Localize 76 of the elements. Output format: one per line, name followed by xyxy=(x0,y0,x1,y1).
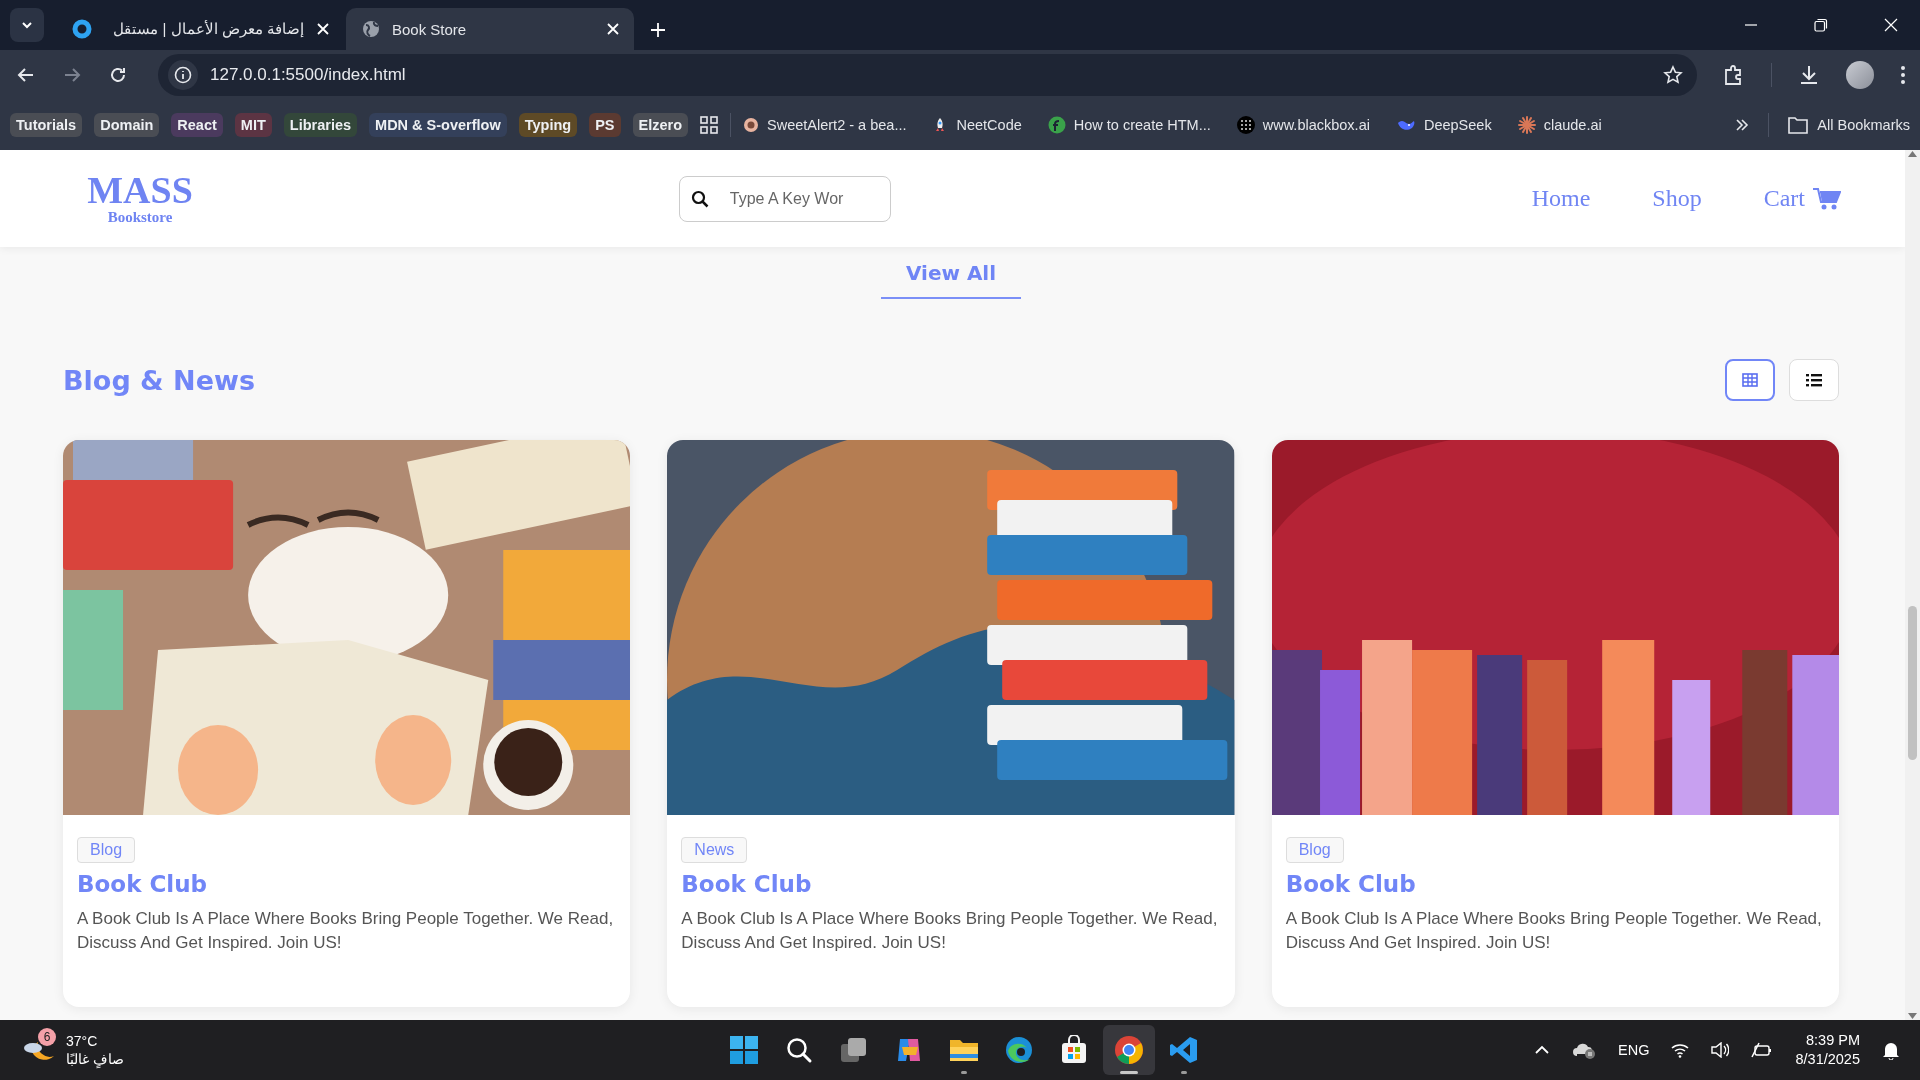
grid-icon xyxy=(1742,373,1758,387)
search-icon xyxy=(690,189,709,208)
bookmark-link[interactable]: www.blackbox.ai xyxy=(1262,117,1370,133)
profile-avatar[interactable] xyxy=(1846,61,1874,89)
chrome-icon[interactable] xyxy=(1114,1035,1144,1065)
category-tag: News xyxy=(681,837,748,863)
scrollbar[interactable] xyxy=(1905,150,1920,1020)
category-tag: Blog xyxy=(77,837,136,863)
logo-subtitle: Bookstore xyxy=(107,209,173,226)
info-icon[interactable] xyxy=(174,66,192,84)
clock[interactable]: 8:39 PM 8/31/2025 xyxy=(1795,1031,1860,1069)
menu-icon[interactable] xyxy=(1900,65,1906,85)
windows-icon[interactable] xyxy=(729,1035,759,1065)
card-text: A Book Club Is A Place Where Books Bring People Together. We Read, Discuss And Get Inspired. Join US! xyxy=(1285,908,1823,954)
restore-icon[interactable] xyxy=(1814,18,1828,32)
all-bookmarks-link[interactable]: All Bookmarks xyxy=(1817,117,1910,133)
store-bag-icon[interactable] xyxy=(1059,1035,1089,1065)
taskbar-app[interactable] xyxy=(1103,1025,1155,1075)
card-text: A Book Club Is A Place Where Books Bring People Together. We Read, Discuss And Get Inspired. Join US! xyxy=(681,908,1219,954)
bookmark-chip[interactable]: Tutorials xyxy=(10,113,83,137)
section-title: Blog & News xyxy=(63,364,255,396)
bookmark-chip[interactable]: Typing xyxy=(518,113,578,137)
close-icon[interactable] xyxy=(1884,18,1898,32)
reload-icon[interactable] xyxy=(108,65,128,85)
bookmark-chip[interactable]: React xyxy=(171,113,223,137)
dotted-circle-icon[interactable] xyxy=(1236,116,1255,134)
blog-card[interactable]: Blog Book Club A Book Club Is A Place Where Books Bring People Together. We Read, Discuss And Get Inspired. Join US! xyxy=(63,440,631,1007)
close-icon[interactable] xyxy=(316,22,330,36)
bookmark-link[interactable]: DeepSeek xyxy=(1423,117,1492,133)
browser-tab[interactable]: Book Store xyxy=(346,8,634,50)
list-view-button[interactable] xyxy=(1789,359,1839,401)
volume-icon[interactable] xyxy=(1711,1042,1730,1058)
bookmark-chip[interactable]: Domain xyxy=(94,113,160,137)
search-icon[interactable] xyxy=(785,1036,813,1064)
browser-tab[interactable]: إضافة معرض الأعمال | مستقل xyxy=(56,8,344,50)
bookmark-chip[interactable]: Elzero xyxy=(632,113,689,137)
temperature[interactable]: 37°C xyxy=(66,1032,124,1050)
grid-view-button[interactable] xyxy=(1725,359,1775,401)
bookmark-chip[interactable]: MIT xyxy=(234,113,272,137)
apps-grid-icon[interactable] xyxy=(700,116,719,134)
list-icon xyxy=(1806,373,1822,387)
battery-icon[interactable] xyxy=(1751,1042,1774,1058)
card-text: A Book Club Is A Place Where Books Bring People Together. We Read, Discuss And Get Inspired. Join US! xyxy=(77,908,615,954)
globe-icon xyxy=(362,20,380,38)
edge-icon[interactable] xyxy=(1004,1035,1034,1065)
language-indicator[interactable]: ENG xyxy=(1618,1042,1650,1058)
bookmark-chip[interactable]: Libraries xyxy=(283,113,358,137)
blog-card[interactable]: News Book Club A Book Club Is A Place Where Books Bring People Together. We Read, Discuss And Get Inspired. Join US! xyxy=(667,440,1235,1007)
cart-icon xyxy=(1813,186,1841,211)
new-tab-icon[interactable] xyxy=(650,22,666,38)
cloud-icon[interactable] xyxy=(1572,1041,1597,1059)
blog-card[interactable]: Blog Book Club A Book Club Is A Place Where Books Bring People Together. We Read, Discuss And Get Inspired. Join US! xyxy=(1271,440,1839,1007)
bookmark-chip[interactable]: MDN & S-overflow xyxy=(369,113,507,137)
bookmark-link[interactable]: claude.ai xyxy=(1543,117,1602,133)
more-chevrons-icon[interactable] xyxy=(1735,118,1750,132)
bookmark-chip[interactable]: PS xyxy=(589,113,621,137)
weather-condition[interactable]: صافٍ غالبًا xyxy=(66,1050,124,1068)
wifi-icon[interactable] xyxy=(1671,1042,1690,1058)
ring-icon xyxy=(72,19,92,39)
task-view-icon[interactable] xyxy=(839,1036,869,1064)
category-tag: Blog xyxy=(1285,837,1344,863)
bookmark-link[interactable]: How to create HTM... xyxy=(1073,117,1211,133)
search-field[interactable]: Type A Key Wor xyxy=(678,175,891,222)
notification-badge: 6 xyxy=(38,1028,56,1046)
star-icon[interactable] xyxy=(1663,65,1683,85)
starburst-icon[interactable] xyxy=(1517,116,1536,134)
folder-icon[interactable] xyxy=(1788,116,1809,134)
address-bar[interactable]: 127.0.0.1:5500/index.html xyxy=(158,54,1697,96)
bookmark-link[interactable]: NeetCode xyxy=(956,117,1022,133)
scroll-thumb[interactable] xyxy=(1908,606,1917,760)
download-icon[interactable] xyxy=(1798,64,1820,86)
code-editor-icon[interactable] xyxy=(1169,1035,1199,1065)
close-icon[interactable] xyxy=(606,22,620,36)
tab-search-button[interactable] xyxy=(10,8,44,42)
bookmark-link[interactable]: SweetAlert2 - a bea... xyxy=(767,117,907,133)
notification-icon[interactable] xyxy=(1882,1040,1900,1060)
